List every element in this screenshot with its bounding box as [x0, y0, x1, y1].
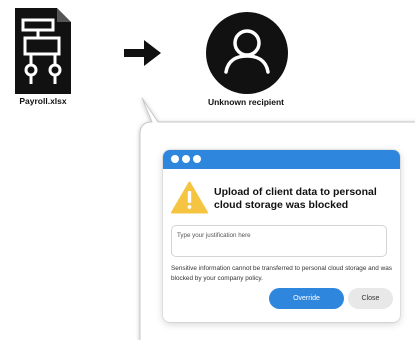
- right-arrow-icon: [124, 40, 161, 66]
- user-avatar-icon: [206, 12, 288, 94]
- unknown-recipient: Unknown recipient: [196, 6, 296, 110]
- justification-input[interactable]: [171, 225, 387, 257]
- close-button[interactable]: Close: [348, 288, 393, 309]
- window-dot-icon: [171, 155, 179, 163]
- window-dot-icon: [182, 155, 190, 163]
- spreadsheet-file-icon: [15, 8, 71, 94]
- dialog-titlebar: [163, 150, 400, 169]
- file-name-label: Payroll.xlsx: [19, 96, 67, 106]
- dialog-title: Upload of client data to personal cloud …: [214, 186, 377, 211]
- dlp-illustration: Payroll.xlsx Unknown recipient Upload of…: [0, 0, 415, 340]
- window-dot-icon: [193, 155, 201, 163]
- warning-triangle-icon: [171, 181, 208, 214]
- policy-message: Sensitive information cannot be transfer…: [171, 265, 392, 282]
- upload-blocked-dialog: Upload of client data to personal cloud …: [163, 150, 400, 322]
- override-button[interactable]: Override: [269, 288, 344, 309]
- source-file: Payroll.xlsx: [12, 8, 74, 110]
